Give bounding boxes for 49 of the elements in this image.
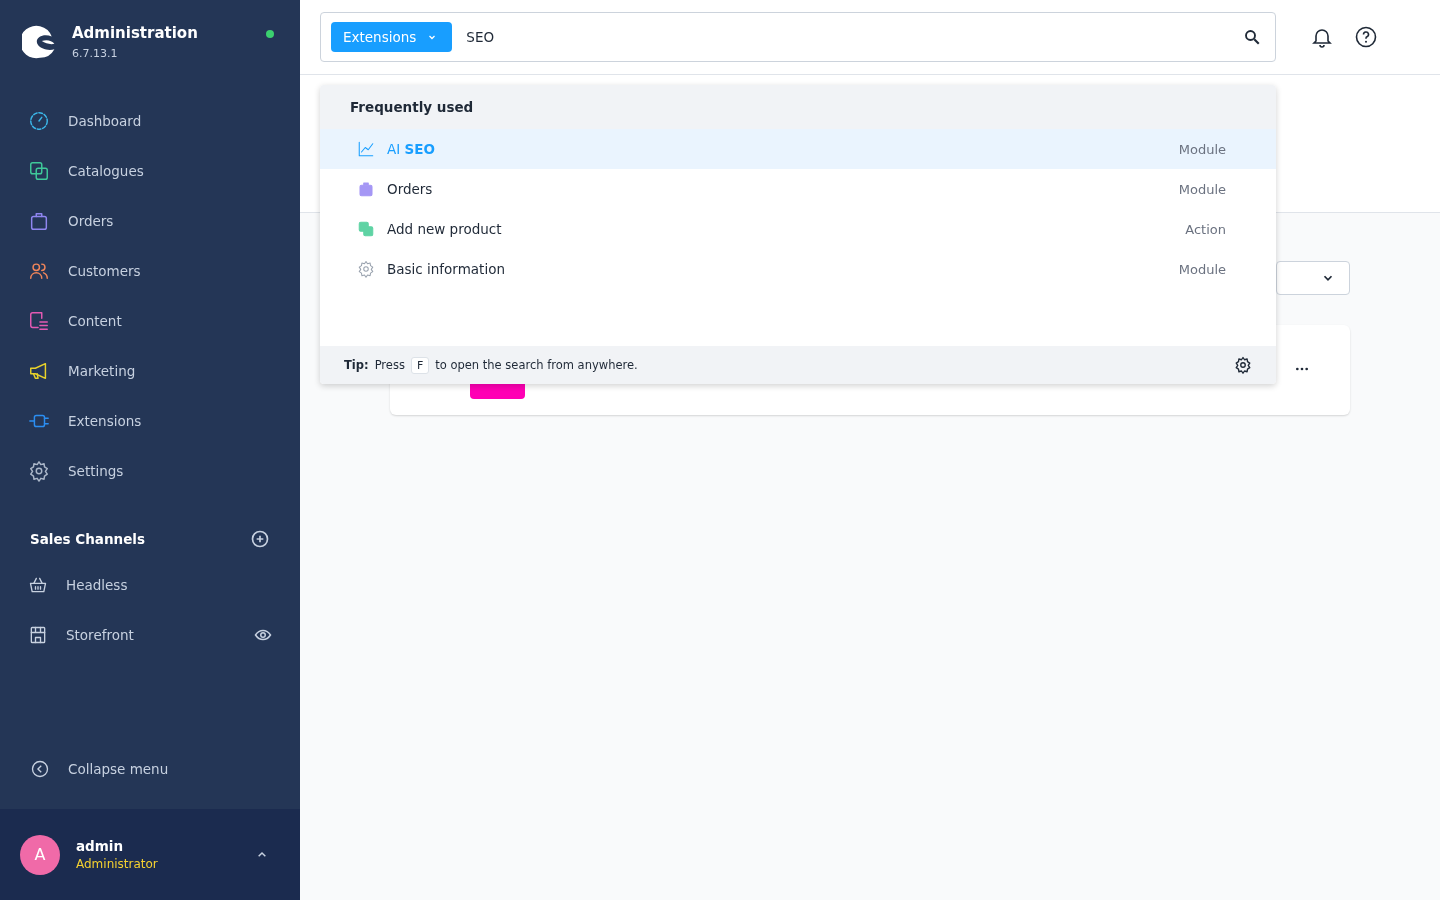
settings-icon bbox=[357, 260, 375, 278]
app-title: Administration bbox=[72, 24, 199, 42]
select-field[interactable] bbox=[1276, 261, 1350, 295]
version-label: 6.7.13.1 bbox=[72, 47, 119, 60]
result-title: Basic information bbox=[387, 261, 506, 277]
help-icon[interactable] bbox=[1354, 25, 1378, 49]
nav-item[interactable]: Marketing bbox=[28, 346, 300, 396]
section-title: Frequently used bbox=[350, 99, 474, 115]
collapse-label: Collapse menu bbox=[68, 761, 169, 777]
nav-item[interactable]: Catalogues bbox=[28, 146, 300, 196]
nav-item[interactable]: Orders bbox=[28, 196, 300, 246]
result-type: Module bbox=[1178, 141, 1226, 157]
result-title: AI SEO bbox=[387, 141, 436, 157]
result-title: Add new product bbox=[387, 221, 503, 237]
search-result[interactable]: Orders Module bbox=[320, 169, 1276, 209]
add-icon[interactable] bbox=[250, 529, 270, 549]
collapse-menu-button[interactable]: Collapse menu bbox=[0, 739, 300, 799]
search-result[interactable]: AI SEO Module bbox=[320, 129, 1276, 169]
keyboard-key: F bbox=[410, 356, 430, 374]
bag-icon bbox=[357, 180, 375, 198]
search-icon[interactable] bbox=[1243, 28, 1261, 46]
avatar: A bbox=[20, 834, 60, 875]
tip-text: to open the search from anywhere. bbox=[435, 358, 638, 372]
user-name: admin bbox=[76, 838, 125, 854]
search-result[interactable]: Add new product Action bbox=[320, 209, 1276, 249]
chart-icon bbox=[357, 140, 375, 158]
nav-item[interactable]: Customers bbox=[28, 246, 300, 296]
nav-item[interactable]: Extensions bbox=[28, 396, 300, 446]
search-field[interactable]: Extensions SEO bbox=[320, 12, 1276, 62]
result-title: Orders bbox=[387, 181, 434, 197]
user-role: Administrator bbox=[76, 857, 159, 871]
result-type: Module bbox=[1178, 261, 1226, 277]
copies-icon bbox=[357, 220, 375, 238]
sales-channel-link[interactable]: Storefront bbox=[66, 627, 236, 643]
tip-text: Press bbox=[374, 358, 405, 372]
search-result[interactable]: Basic information Module bbox=[320, 249, 1276, 289]
tip-label: Tip: bbox=[344, 358, 369, 372]
section-title: Sales Channels bbox=[30, 531, 146, 547]
result-type: Action bbox=[1185, 221, 1226, 237]
sales-channel-link[interactable]: Headless bbox=[66, 577, 272, 593]
nav-item[interactable]: Settings bbox=[28, 446, 300, 496]
search-input[interactable]: SEO bbox=[466, 29, 1229, 45]
store-icon bbox=[28, 625, 48, 645]
chevron-left-icon bbox=[30, 759, 50, 779]
settings-icon[interactable] bbox=[1234, 356, 1252, 374]
basket-icon bbox=[28, 575, 48, 595]
nav-item[interactable]: Dashboard bbox=[28, 96, 300, 146]
result-type: Module bbox=[1178, 181, 1226, 197]
nav-item[interactable]: Content bbox=[28, 296, 300, 346]
